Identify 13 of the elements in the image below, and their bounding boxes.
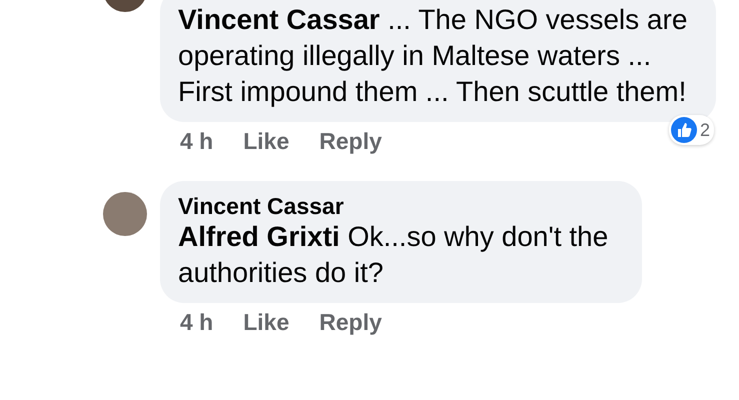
comment-text: Vincent Cassar ... The NGO vessels are operating illegally in Maltese waters ... First impound them ... Then scuttle them! [178, 3, 688, 109]
comment-action-link[interactable]: Reply [319, 128, 382, 155]
comment-time: 4 h [180, 128, 214, 155]
reaction-badge[interactable]: 2 [668, 115, 714, 145]
comment-time: 4 h [180, 309, 214, 336]
comment-action-link[interactable]: Like [243, 309, 290, 336]
comment-action-link[interactable]: Reply [319, 309, 382, 336]
comment-text: Alfred Grixti Ok...so why don't the authorities do it? [178, 220, 610, 290]
comment-action-link[interactable]: Like [243, 128, 290, 155]
thumbs-up-icon [670, 117, 697, 143]
reaction-count: 2 [700, 120, 710, 140]
avatar[interactable] [103, 192, 147, 236]
comment-author[interactable]: Vincent Cassar [178, 193, 624, 219]
